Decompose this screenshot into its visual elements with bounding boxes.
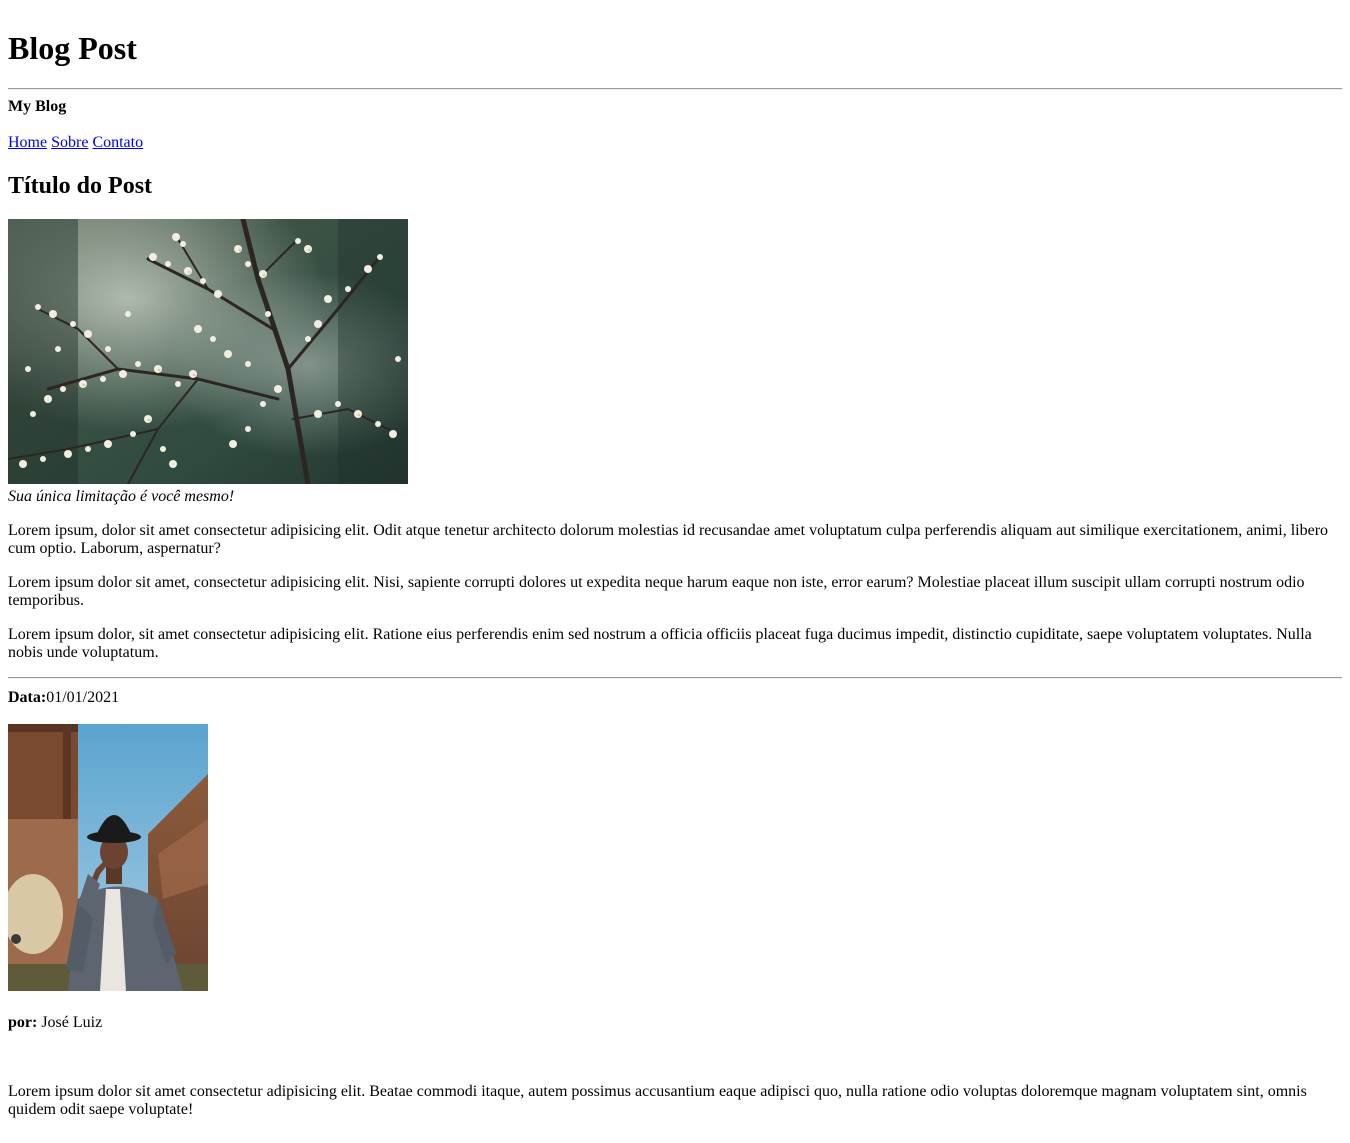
date-label: Data: [8,689,47,706]
author-byline: por: José Luiz [8,1013,102,1032]
image-caption: Sua única limitação é você mesmo! [8,488,235,505]
post-title: Título do Post [8,173,153,199]
page-title: Blog Post [8,30,137,66]
nav-link-home[interactable]: Home [8,134,47,151]
author-bio: Lorem ipsum dolor sit amet consectetur a… [8,1083,1307,1118]
post-paragraph-1: Lorem ipsum, dolor sit amet consectetur … [8,522,1329,557]
nav-link-contato[interactable]: Contato [92,134,143,151]
blossom-branch-photo [8,219,408,484]
main-nav: Home Sobre Contato [8,133,143,152]
by-label: por: [8,1014,38,1031]
hero-image [8,219,408,484]
nav-link-sobre[interactable]: Sobre [51,134,88,151]
author-name: José Luiz [41,1014,103,1031]
date-value: 01/01/2021 [46,689,120,706]
header-divider [8,88,1342,90]
post-paragraph-3: Lorem ipsum dolor, sit amet consectetur … [8,626,1312,661]
site-name: My Blog [8,98,67,115]
footer-divider [8,677,1342,679]
post-date: Data:01/01/2021 [8,688,119,707]
author-image [8,724,208,991]
post-paragraph-2: Lorem ipsum dolor sit amet, consectetur … [8,574,1305,609]
man-in-hat-photo [8,724,208,991]
